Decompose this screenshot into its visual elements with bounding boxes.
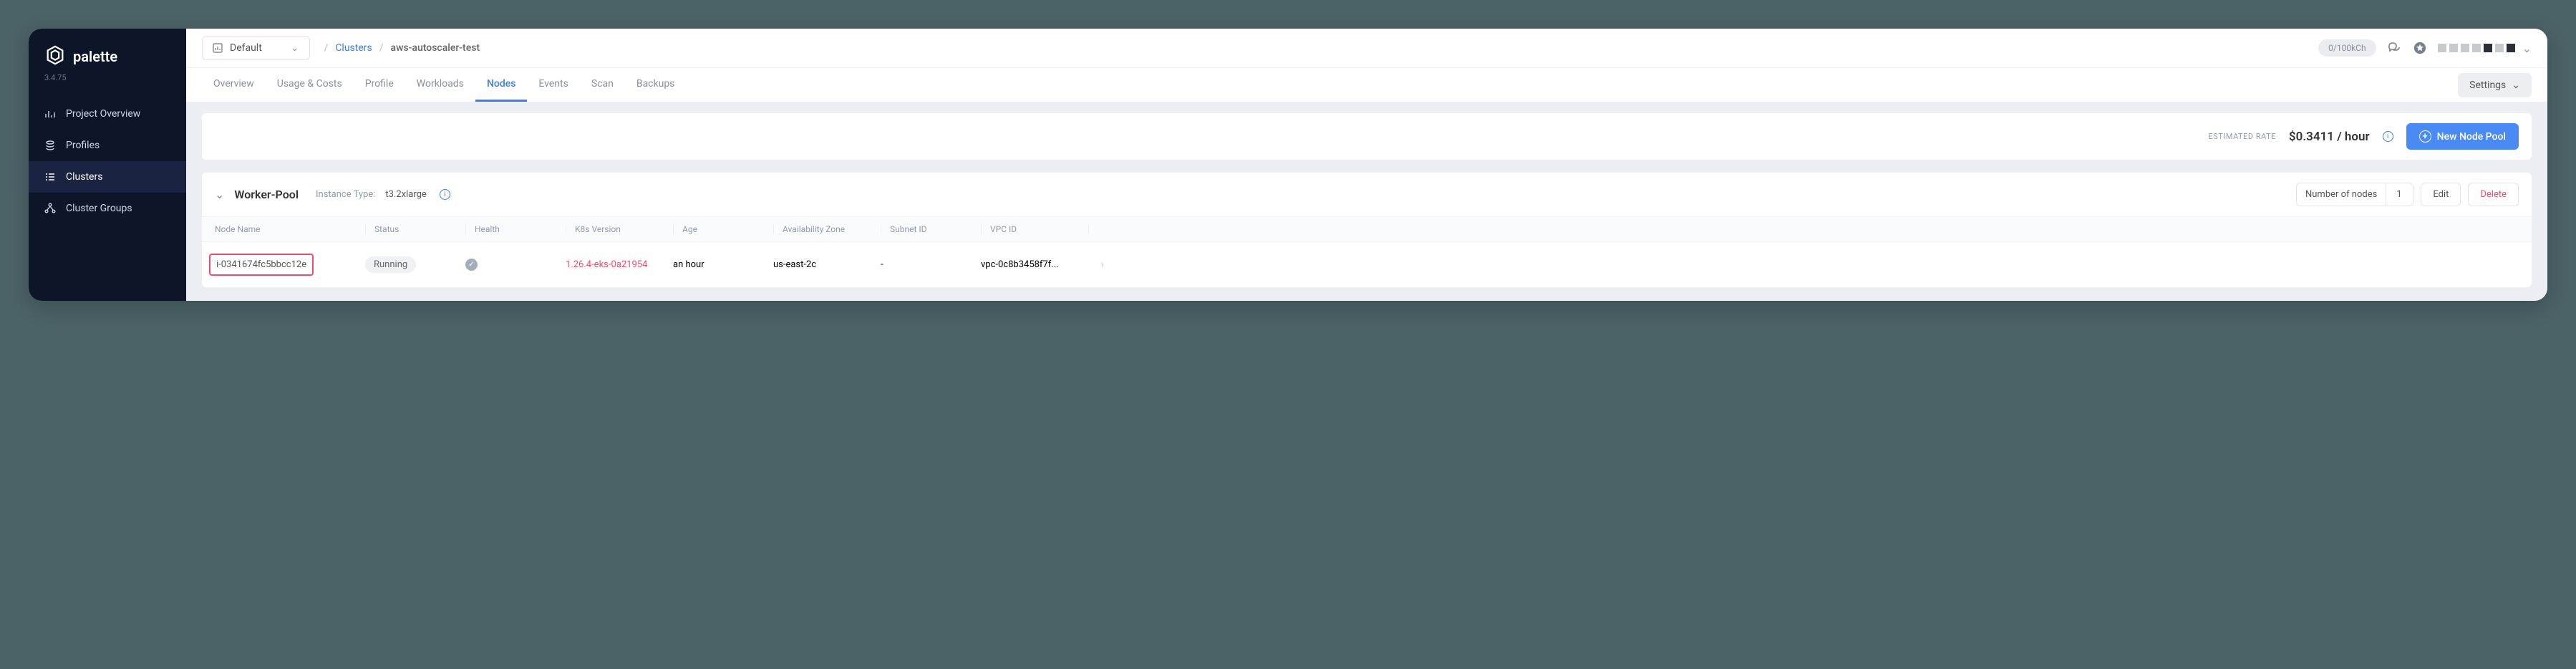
th-vpc: VPC ID [981,224,1088,234]
chevron-down-icon: ⌄ [291,42,299,54]
brand: palette [29,44,186,73]
cell-health: ✓ [465,259,566,271]
th-status: Status [365,224,465,234]
separator: / [379,42,384,54]
sidebar-item-profiles[interactable]: Profiles [29,130,186,161]
rate-bar: ESTIMATED RATE $0.3411 / hour i + New No… [202,113,2532,160]
chart-icon [213,43,223,53]
node-count-control: Number of nodes 1 [2296,183,2413,206]
settings-label: Settings [2469,80,2506,91]
tab-backups[interactable]: Backups [625,68,687,102]
chevron-down-icon[interactable]: ⌄ [215,188,224,201]
cell-subnet: - [881,259,981,270]
new-node-pool-button[interactable]: + New Node Pool [2406,123,2519,150]
tab-usage-costs[interactable]: Usage & Costs [266,68,354,102]
status-badge: Running [365,256,416,273]
pool-name: Worker-Pool [234,188,299,201]
chevron-down-icon: ⌄ [2512,80,2520,91]
table-row: i-0341674fc5bbcc12e Running ✓ 1.26.4-eks… [202,241,2532,287]
cell-k8s: 1.26.4-eks-0a21954 [566,259,673,270]
new-pool-label: New Node Pool [2437,131,2506,143]
nav-label: Cluster Groups [66,203,132,214]
topbar-row: Default ⌄ / Clusters / aws-autoscaler-te… [186,29,2547,68]
rate-label: ESTIMATED RATE [2209,132,2276,141]
nav-label: Project Overview [66,108,140,120]
table-header: Node Name Status Health K8s Version Age … [202,216,2532,241]
instance-type-value: t3.2xlarge [385,189,426,200]
tab-overview[interactable]: Overview [202,68,266,102]
th-expand [1088,224,1117,234]
sidebar: palette 3.4.75 Project Overview Profiles… [29,29,186,301]
instance-type-label: Instance Type: [316,189,375,200]
tab-events[interactable]: Events [527,68,579,102]
version-label: 3.4.75 [29,73,186,98]
rate-value: $0.3411 / hour [2289,130,2370,144]
layers-icon [44,140,56,151]
cell-az: us-east-2c [773,259,881,270]
topbar: Default ⌄ / Clusters / aws-autoscaler-te… [186,29,2547,102]
th-node-name: Node Name [215,224,365,234]
settings-button[interactable]: Settings ⌄ [2458,73,2532,97]
brand-name: palette [73,48,117,65]
pool-header: ⌄ Worker-Pool Instance Type: t3.2xlarge … [202,173,2532,216]
tabs: Overview Usage & Costs Profile Workloads… [186,68,2547,102]
main: Default ⌄ / Clusters / aws-autoscaler-te… [186,29,2547,301]
chat-icon[interactable] [2386,40,2402,56]
sidebar-item-cluster-groups[interactable]: Cluster Groups [29,193,186,224]
separator: / [324,42,329,54]
info-icon[interactable]: i [2383,131,2393,142]
nodes-table: Node Name Status Health K8s Version Age … [202,216,2532,287]
pool-card: ⌄ Worker-Pool Instance Type: t3.2xlarge … [202,173,2532,287]
topbar-right: 0/100kCh ⌄ [2318,39,2532,57]
info-icon[interactable]: i [440,189,450,200]
delete-button[interactable]: Delete [2468,183,2519,206]
breadcrumb: / Clusters / aws-autoscaler-test [324,42,480,54]
nav-label: Profiles [66,140,100,151]
tab-scan[interactable]: Scan [580,68,625,102]
cell-vpc: vpc-0c8b3458f7f... [981,259,1088,270]
row-expand-icon[interactable]: › [1088,259,1117,270]
crumb-clusters[interactable]: Clusters [335,42,372,54]
sidebar-item-project-overview[interactable]: Project Overview [29,98,186,130]
th-health: Health [465,224,566,234]
pool-actions: Number of nodes 1 Edit Delete [2296,183,2519,206]
th-age: Age [673,224,773,234]
th-k8s: K8s Version [566,224,673,234]
content: ESTIMATED RATE $0.3411 / hour i + New No… [186,102,2547,301]
node-id-highlight[interactable]: i-0341674fc5bbcc12e [209,254,314,276]
node-count-value[interactable]: 1 [2386,183,2413,206]
bar-chart-icon [44,108,56,120]
cell-status: Running [365,256,465,273]
usage-pill: 0/100kCh [2318,39,2376,57]
nav-label: Clusters [66,171,102,183]
scope-label: Default [230,42,262,54]
scope-select[interactable]: Default ⌄ [202,36,310,60]
network-icon [44,203,56,214]
node-count-label: Number of nodes [2296,183,2386,206]
check-icon: ✓ [465,259,478,271]
cell-node-name: i-0341674fc5bbcc12e [215,254,365,276]
plus-icon: + [2419,130,2431,143]
edit-button[interactable]: Edit [2421,183,2461,206]
list-icon [44,171,56,183]
crumb-current: aws-autoscaler-test [391,42,480,54]
th-az: Availability Zone [773,224,881,234]
k8s-version-link[interactable]: 1.26.4-eks-0a21954 [566,259,647,270]
tab-profile[interactable]: Profile [354,68,405,102]
th-subnet: Subnet ID [881,224,981,234]
tab-nodes[interactable]: Nodes [475,68,527,102]
chevron-down-icon: ⌄ [2522,42,2532,55]
app-shell: palette 3.4.75 Project Overview Profiles… [29,29,2547,301]
cell-age: an hour [673,259,773,270]
star-icon[interactable] [2412,40,2428,56]
brand-logo-icon [44,44,66,69]
user-menu[interactable]: ⌄ [2438,42,2532,55]
tab-workloads[interactable]: Workloads [405,68,475,102]
sidebar-item-clusters[interactable]: Clusters [29,161,186,193]
